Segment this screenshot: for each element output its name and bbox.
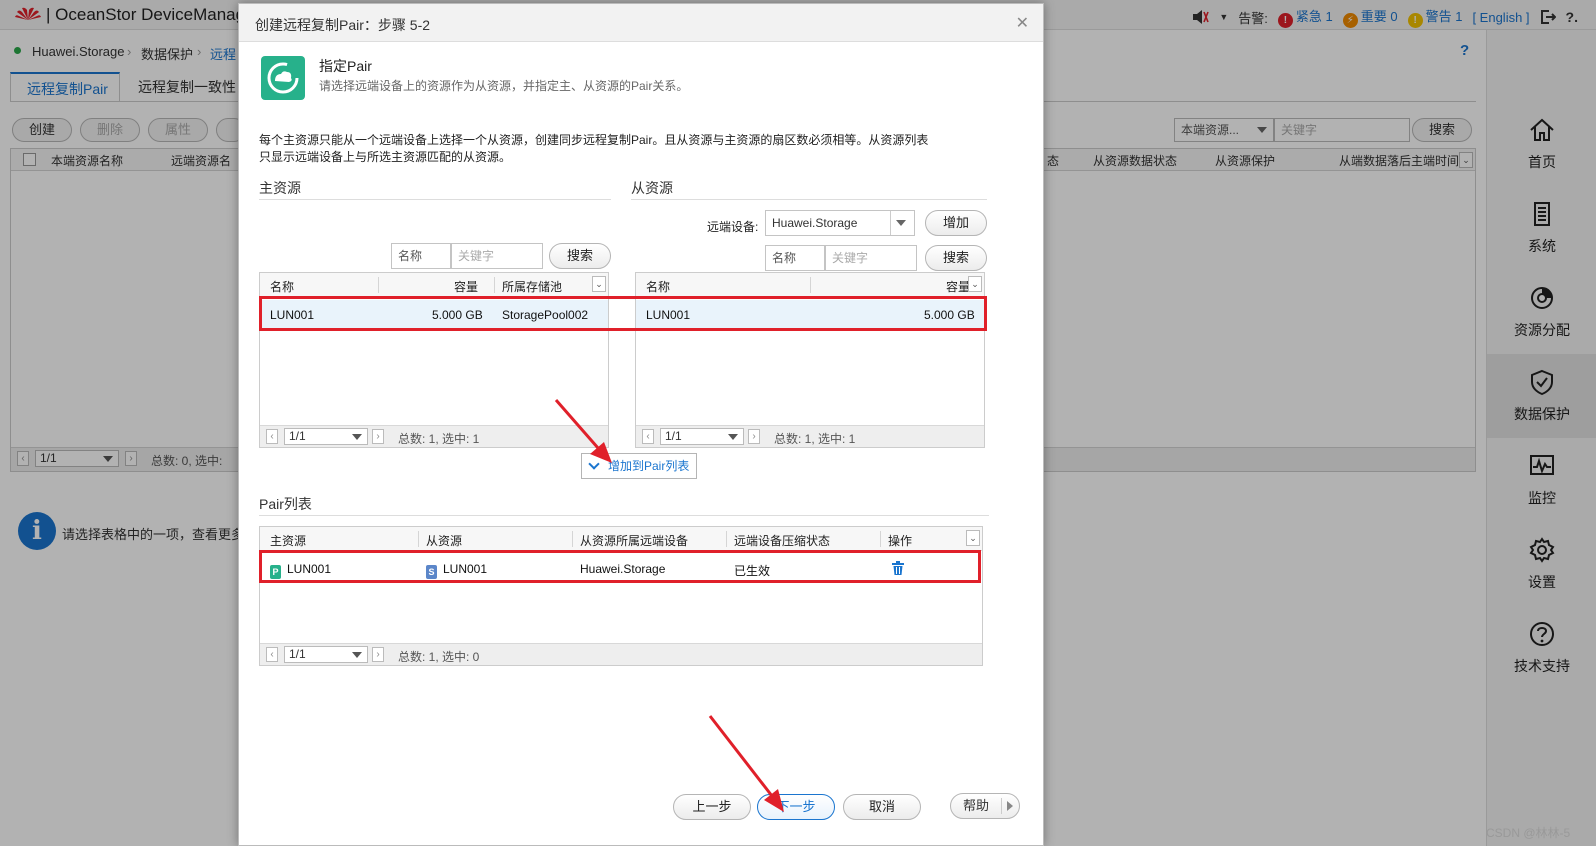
primary-section-title: 主资源: [259, 180, 301, 196]
primary-divider: [259, 199, 611, 200]
selected-rows-highlight: [259, 296, 987, 331]
column-header[interactable]: 从资源所属远端设备: [580, 532, 688, 549]
primary-name-filter[interactable]: 名称: [391, 243, 451, 269]
description-line: 只显示远端设备上与所选主资源匹配的从资源。: [259, 150, 512, 164]
close-icon[interactable]: ✕: [1016, 13, 1029, 33]
dialog-title-bar: 创建远程复制Pair：步骤 5-2 ✕: [239, 4, 1043, 42]
pair-section-title: Pair列表: [259, 496, 312, 512]
column-separator: [880, 531, 881, 547]
page-select[interactable]: 1/1: [660, 428, 744, 445]
table-header: 名称 容量 所属存储池 ⌄: [260, 273, 608, 297]
column-settings-icon[interactable]: ⌄: [968, 276, 982, 292]
column-header[interactable]: 名称: [646, 278, 670, 295]
select-divider: [890, 211, 891, 235]
add-remote-device-button[interactable]: 增加: [925, 210, 987, 236]
table-pagination: ‹ 1/1 › 总数: 1, 选中: 0: [260, 643, 982, 665]
step-description: 每个主资源只能从一个远端设备上选择一个从资源，创建同步远程复制Pair。且从资源…: [259, 132, 959, 166]
column-header[interactable]: 容量: [454, 278, 478, 295]
secondary-divider: [631, 199, 987, 200]
secondary-section-title: 从资源: [631, 180, 673, 196]
next-page-icon[interactable]: ›: [748, 429, 760, 444]
column-header[interactable]: 名称: [270, 278, 294, 295]
page-select[interactable]: 1/1: [284, 428, 368, 445]
prev-page-icon[interactable]: ‹: [642, 429, 654, 444]
column-separator: [378, 277, 379, 293]
table-summary: 总数: 1, 选中: 1: [774, 432, 856, 446]
pair-row-highlight: [259, 550, 981, 583]
help-split-divider: [1001, 798, 1002, 814]
secondary-keyword-input[interactable]: 关键字: [825, 245, 917, 271]
column-settings-icon[interactable]: ⌄: [966, 530, 980, 546]
table-summary: 总数: 1, 选中: 1: [398, 432, 480, 446]
primary-search-button[interactable]: 搜索: [549, 243, 611, 269]
table-header: 名称 容量 ⌄: [636, 273, 984, 297]
prev-page-icon[interactable]: ‹: [266, 429, 278, 444]
pair-divider: [259, 515, 989, 516]
secondary-name-filter[interactable]: 名称: [765, 245, 825, 271]
column-settings-icon[interactable]: ⌄: [592, 276, 606, 292]
column-header[interactable]: 容量: [946, 278, 970, 295]
pair-list-table: 主资源 从资源 从资源所属远端设备 远端设备压缩状态 操作 ⌄ P LUN001 …: [259, 526, 983, 666]
table-summary: 总数: 1, 选中: 0: [398, 650, 480, 664]
column-separator: [810, 277, 811, 293]
page-select[interactable]: 1/1: [284, 646, 368, 663]
column-separator: [494, 277, 495, 293]
chevron-down-icon: [352, 434, 362, 440]
add-to-pair-list-button[interactable]: 增加到Pair列表: [581, 453, 697, 479]
step-title: 指定Pair: [319, 58, 372, 74]
chevron-right-icon[interactable]: [1007, 801, 1013, 811]
primary-keyword-input[interactable]: 关键字: [451, 243, 543, 269]
next-page-icon[interactable]: ›: [372, 429, 384, 444]
cancel-button[interactable]: 取消: [843, 794, 921, 820]
remote-device-select[interactable]: Huawei.Storage: [765, 210, 915, 236]
chevron-down-icon: [728, 434, 738, 440]
column-separator: [726, 531, 727, 547]
column-header[interactable]: 主资源: [270, 532, 306, 549]
column-separator: [418, 531, 419, 547]
description-line: 每个主资源只能从一个远端设备上选择一个从资源，创建同步远程复制Pair。且从资源…: [259, 133, 929, 147]
help-button-label: 帮助: [962, 798, 989, 813]
table-pagination: ‹ 1/1 › 总数: 1, 选中: 1: [260, 425, 608, 447]
column-separator: [572, 531, 573, 547]
secondary-search-button[interactable]: 搜索: [925, 245, 987, 271]
prev-page-icon[interactable]: ‹: [266, 647, 278, 662]
remote-device-label: 远端设备:: [707, 220, 759, 234]
next-step-button[interactable]: 下一步: [757, 794, 835, 820]
create-pair-dialog: 创建远程复制Pair：步骤 5-2 ✕ 指定Pair 请选择远端设备上的资源作为…: [238, 3, 1044, 846]
watermark: CSDN @林林-5: [1486, 826, 1571, 840]
chevron-down-icon: [588, 458, 600, 470]
prev-step-button[interactable]: 上一步: [673, 794, 751, 820]
dialog-title: 创建远程复制Pair：步骤 5-2: [255, 17, 431, 33]
next-page-icon[interactable]: ›: [372, 647, 384, 662]
chevron-down-icon: [352, 652, 362, 658]
step-icon: [261, 56, 305, 100]
column-header[interactable]: 所属存储池: [502, 278, 562, 295]
table-pagination: ‹ 1/1 › 总数: 1, 选中: 1: [636, 425, 984, 447]
column-header[interactable]: 操作: [888, 532, 912, 549]
chevron-down-icon: [896, 220, 906, 226]
table-header: 主资源 从资源 从资源所属远端设备 远端设备压缩状态 操作 ⌄: [260, 527, 982, 551]
help-button[interactable]: 帮助: [950, 793, 1020, 819]
step-subtitle: 请选择远端设备上的资源作为从资源，并指定主、从资源的Pair关系。: [319, 79, 689, 93]
pair-sync-icon: [267, 62, 299, 94]
column-header[interactable]: 从资源: [426, 532, 462, 549]
column-header[interactable]: 远端设备压缩状态: [734, 532, 830, 549]
